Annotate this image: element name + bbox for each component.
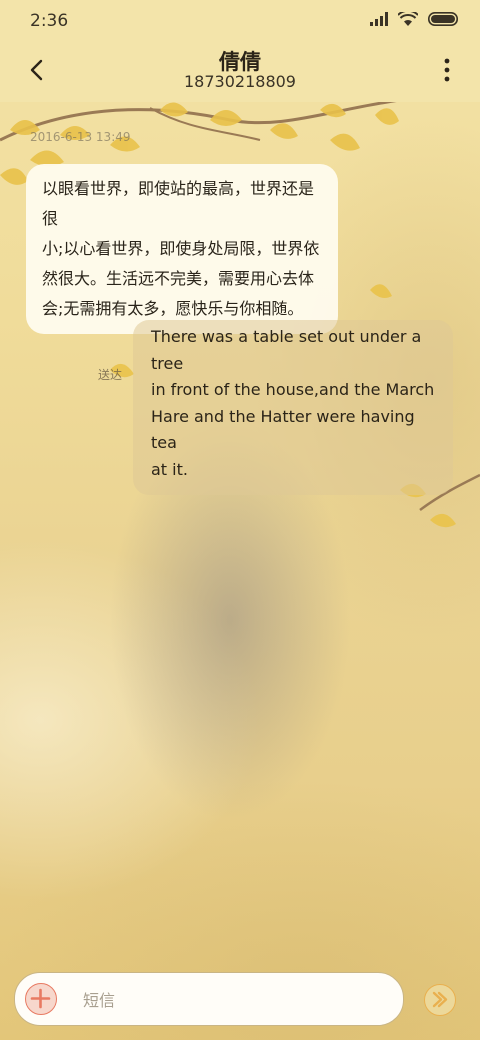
composer-bar — [14, 972, 404, 1026]
send-icon[interactable] — [424, 984, 456, 1016]
message-line: 小;以心看世界，即使身处局限，世界依 — [42, 239, 320, 258]
sms-input[interactable] — [81, 985, 385, 1015]
delivered-status: 送达 — [98, 368, 123, 382]
conversation-header: 倩倩 18730218809 — [0, 44, 480, 102]
message-line: There was a table set out under a tree — [151, 327, 422, 373]
message-line: in front of the house,and the March — [151, 380, 435, 399]
battery-icon — [428, 12, 458, 26]
incoming-message-bubble[interactable]: 以眼看世界，即使站的最高，世界还是很 小;以心看世界，即使身处局限，世界依 然很… — [26, 164, 338, 334]
message-line: 以眼看世界，即使站的最高，世界还是很 — [42, 179, 315, 228]
more-vertical-icon[interactable] — [440, 56, 454, 84]
signal-icon — [370, 12, 388, 26]
outgoing-message-bubble[interactable]: There was a table set out under a tree i… — [133, 320, 453, 495]
wifi-icon — [398, 12, 418, 26]
status-icons — [370, 12, 458, 26]
message-line: Hare and the Hatter were having tea — [151, 406, 415, 453]
send-arrow-icon — [432, 991, 448, 1008]
message-line: at it. — [151, 459, 188, 479]
plus-icon — [30, 988, 51, 1009]
message-timestamp: 2016-6-13 13:49 — [30, 130, 131, 144]
status-bar: 2:36 — [0, 0, 480, 44]
contact-number: 18730218809 — [184, 72, 296, 91]
status-time: 2:36 — [30, 11, 69, 31]
message-line: 然很大。生活远不完美，需要用心去体 — [42, 269, 315, 288]
plus-circle-icon[interactable] — [25, 983, 57, 1015]
